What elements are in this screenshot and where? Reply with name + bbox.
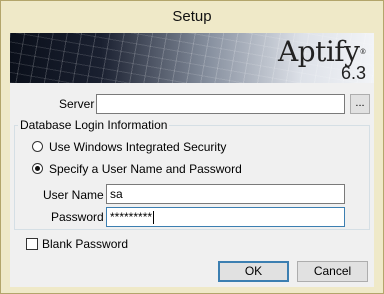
aptify-logo: Aptify® 6.3 — [278, 37, 367, 84]
username-password-radio[interactable] — [32, 163, 43, 174]
ok-button[interactable]: OK — [218, 261, 289, 282]
blank-password-checkbox[interactable] — [26, 238, 38, 250]
dialog-body: Aptify® 6.3 Server ... Database Login In… — [10, 33, 374, 287]
server-input[interactable] — [96, 94, 345, 114]
password-input[interactable]: ********* — [106, 207, 345, 227]
database-login-legend: Database Login Information — [18, 118, 170, 132]
blank-password-label[interactable]: Blank Password — [42, 237, 128, 251]
username-input[interactable]: sa — [106, 184, 345, 204]
logo-registered-mark: ® — [359, 48, 367, 56]
password-label: Password — [51, 210, 104, 224]
cancel-button[interactable]: Cancel — [297, 261, 368, 282]
server-label: Server — [59, 97, 95, 111]
password-value: ********* — [110, 210, 153, 224]
setup-dialog: Setup Aptify® 6.3 Server ... Database Lo… — [0, 0, 384, 294]
window-title: Setup — [172, 8, 212, 25]
server-browse-button[interactable]: ... — [350, 94, 370, 114]
username-label: User Name — [43, 188, 104, 202]
product-banner: Aptify® 6.3 — [10, 33, 374, 83]
text-cursor — [153, 211, 155, 225]
title-bar[interactable]: Setup — [1, 1, 383, 33]
windows-security-label[interactable]: Use Windows Integrated Security — [49, 140, 226, 154]
username-password-label[interactable]: Specify a User Name and Password — [49, 162, 242, 176]
windows-security-radio[interactable] — [32, 141, 43, 152]
